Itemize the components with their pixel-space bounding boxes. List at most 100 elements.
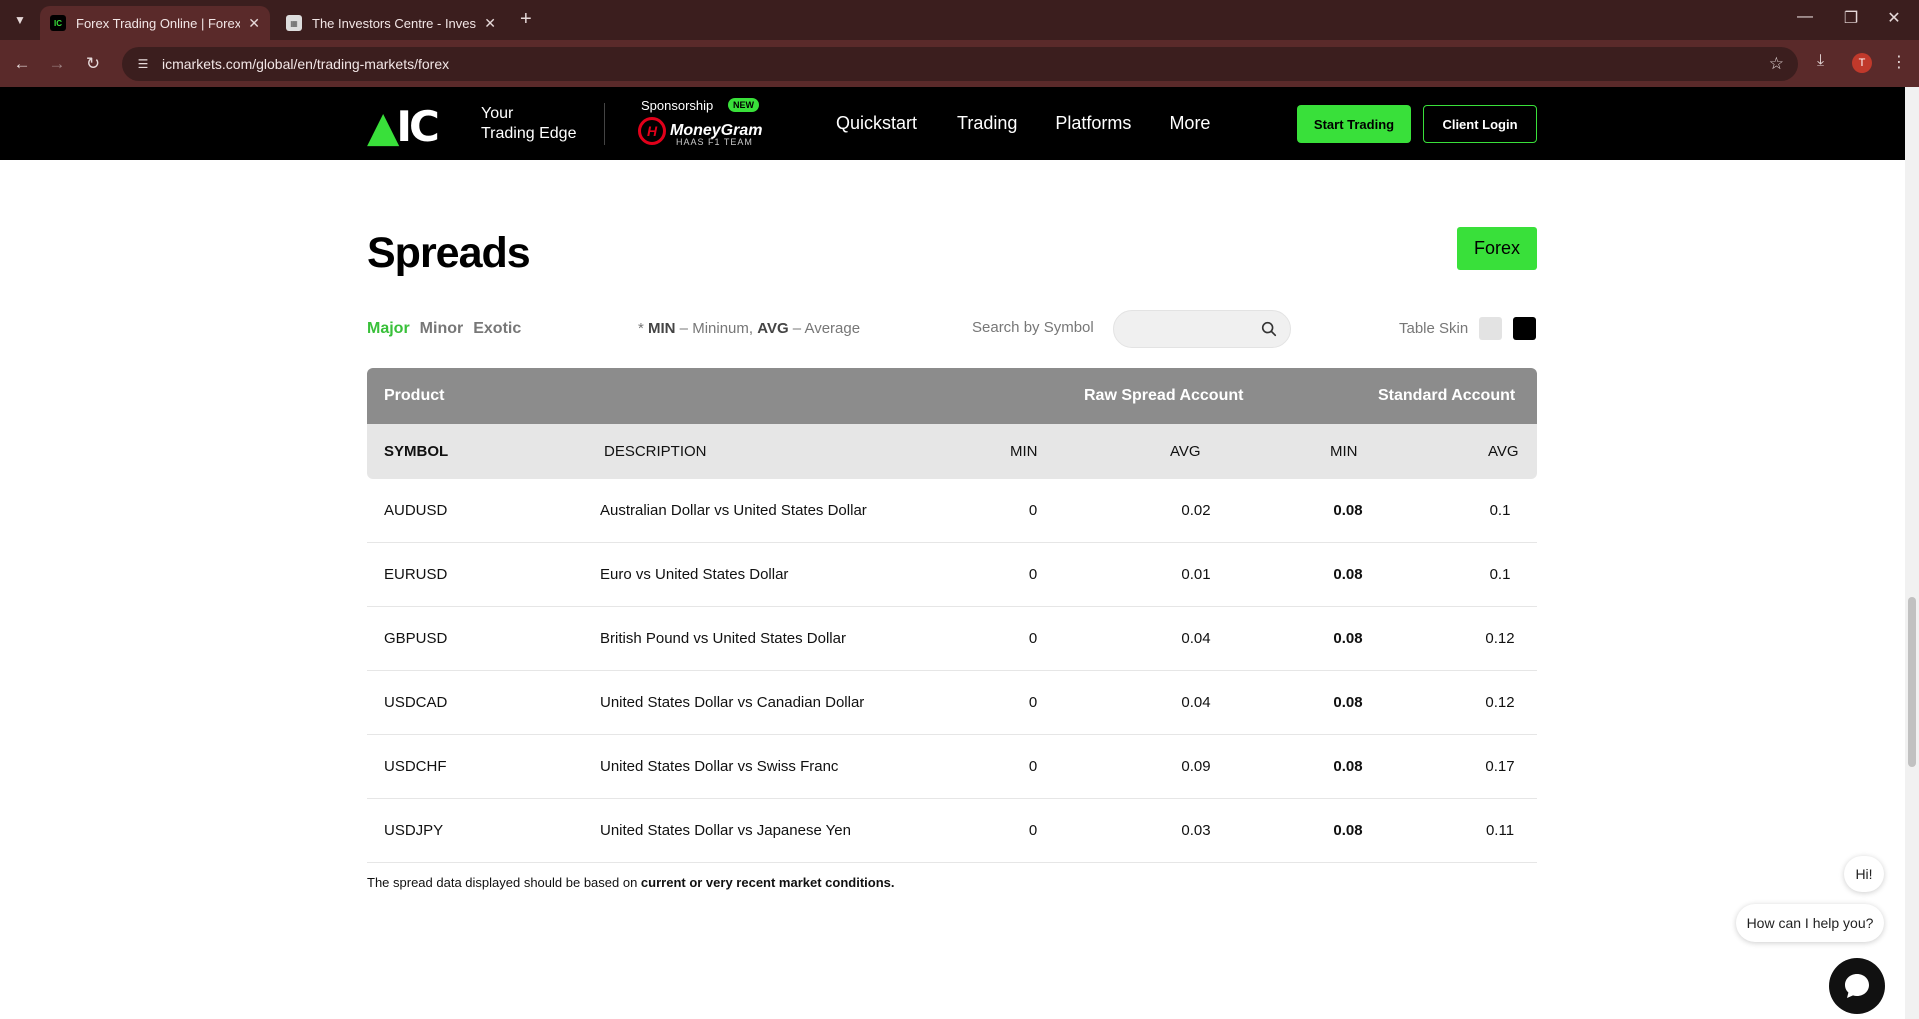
cell-standard-min: 0.08 <box>1333 566 1363 583</box>
filter-major[interactable]: Major <box>367 320 410 338</box>
table-skin-dark-swatch[interactable] <box>1513 317 1536 340</box>
logo-mark: ▲IC <box>367 102 440 151</box>
cell-standard-min: 0.08 <box>1333 694 1363 711</box>
search-label: Search by Symbol <box>972 319 1094 336</box>
new-badge: NEW <box>728 98 759 112</box>
forward-arrow-icon[interactable]: → <box>44 51 70 77</box>
col-raw-min[interactable]: MIN <box>1010 443 1038 460</box>
cell-description: United States Dollar vs Japanese Yen <box>600 822 851 839</box>
table-row[interactable]: AUDUSD Australian Dollar vs United State… <box>367 479 1537 543</box>
main-nav: Quickstart Trading Platforms More <box>836 113 1210 134</box>
table-row[interactable]: GBPUSD British Pound vs United States Do… <box>367 607 1537 671</box>
cell-raw-min: 0 <box>1028 822 1038 839</box>
cell-standard-min: 0.08 <box>1333 822 1363 839</box>
chat-greeting-bubble[interactable]: Hi! <box>1844 856 1884 892</box>
close-window-icon[interactable]: ✕ <box>1874 8 1914 28</box>
profile-avatar[interactable]: T <box>1852 53 1872 73</box>
site-info-icon[interactable]: ☰ <box>134 55 152 73</box>
browser-toolbar: ← → ↻ ☰ icmarkets.com/global/en/trading-… <box>0 40 1919 87</box>
cell-raw-min: 0 <box>1028 566 1038 583</box>
col-standard-min[interactable]: MIN <box>1330 443 1358 460</box>
page-title: Spreads <box>367 229 531 277</box>
spread-category-filters: Major Minor Exotic <box>367 320 521 338</box>
symbol-search-input[interactable] <box>1126 319 1256 339</box>
table-row[interactable]: USDJPY United States Dollar vs Japanese … <box>367 799 1537 863</box>
filter-exotic[interactable]: Exotic <box>473 320 521 338</box>
investors-favicon-icon: ▦ <box>286 15 302 31</box>
tab-search-chevron-icon[interactable]: ▼ <box>8 9 32 31</box>
table-row[interactable]: EURUSD Euro vs United States Dollar 0 0.… <box>367 543 1537 607</box>
min-avg-legend: * MIN – Mininum, AVG – Average <box>638 320 860 337</box>
cell-description: Australian Dollar vs United States Dolla… <box>600 502 867 519</box>
cell-standard-avg: 0.12 <box>1485 630 1515 647</box>
close-tab-icon[interactable]: ✕ <box>248 15 260 32</box>
chat-prompt-bubble[interactable]: How can I help you? <box>1736 904 1884 942</box>
col-description[interactable]: DESCRIPTION <box>604 443 707 460</box>
col-raw-avg[interactable]: AVG <box>1170 443 1201 460</box>
cell-description: United States Dollar vs Canadian Dollar <box>600 694 865 711</box>
cell-symbol: GBPUSD <box>384 630 448 647</box>
cell-raw-min: 0 <box>1028 758 1038 775</box>
cell-raw-avg: 0.01 <box>1181 566 1211 583</box>
start-trading-button[interactable]: Start Trading <box>1297 105 1411 143</box>
close-tab-icon[interactable]: ✕ <box>484 15 496 32</box>
symbol-search-box <box>1113 310 1291 348</box>
cell-raw-avg: 0.09 <box>1181 758 1211 775</box>
header-divider <box>604 103 605 145</box>
nav-quickstart[interactable]: Quickstart <box>836 113 917 134</box>
cell-raw-min: 0 <box>1028 694 1038 711</box>
col-symbol[interactable]: SYMBOL <box>384 443 448 460</box>
tagline: Your Trading Edge <box>481 104 576 144</box>
search-icon[interactable] <box>1260 320 1278 338</box>
ic-markets-logo[interactable]: ▲IC <box>367 102 440 151</box>
cell-raw-avg: 0.03 <box>1181 822 1211 839</box>
download-icon[interactable]: ⤓ <box>1817 52 1824 70</box>
cell-symbol: USDCHF <box>384 758 447 775</box>
nav-trading[interactable]: Trading <box>957 113 1017 134</box>
table-skin-light-swatch[interactable] <box>1479 317 1502 340</box>
bookmark-star-icon[interactable]: ☆ <box>1769 54 1784 74</box>
cell-standard-avg: 0.11 <box>1485 822 1515 839</box>
cell-raw-avg: 0.04 <box>1181 694 1211 711</box>
legend-prefix: * <box>638 320 649 337</box>
cell-raw-min: 0 <box>1028 630 1038 647</box>
cell-standard-avg: 0.17 <box>1485 758 1515 775</box>
sponsorship-label: Sponsorship <box>641 98 714 113</box>
chat-launcher-button[interactable] <box>1829 958 1885 1014</box>
cell-standard-avg: 0.1 <box>1489 566 1511 583</box>
client-login-button[interactable]: Client Login <box>1423 105 1537 143</box>
site-header: ▲IC Your Trading Edge Sponsorship NEW H … <box>0 87 1905 160</box>
table-row[interactable]: USDCHF United States Dollar vs Swiss Fra… <box>367 735 1537 799</box>
cell-standard-min: 0.08 <box>1333 630 1363 647</box>
spread-disclaimer: The spread data displayed should be base… <box>367 875 895 890</box>
sponsor-subtitle: HAAS F1 TEAM <box>676 137 753 147</box>
reload-icon[interactable]: ↻ <box>80 51 106 77</box>
tab-title: Forex Trading Online | Forex CF <box>76 15 241 31</box>
back-arrow-icon[interactable]: ← <box>9 51 35 77</box>
nav-platforms[interactable]: Platforms <box>1055 113 1131 134</box>
filter-minor[interactable]: Minor <box>420 320 464 338</box>
header-product: Product <box>384 387 445 404</box>
ic-favicon-icon: IC <box>50 15 66 31</box>
cell-symbol: USDJPY <box>384 822 444 839</box>
forex-market-button[interactable]: Forex <box>1457 227 1537 270</box>
browser-tab-active[interactable]: IC Forex Trading Online | Forex CF ✕ <box>40 6 270 40</box>
tagline-line-1: Your <box>481 105 514 122</box>
table-row[interactable]: USDCAD United States Dollar vs Canadian … <box>367 671 1537 735</box>
new-tab-plus-icon[interactable]: + <box>520 8 532 31</box>
restore-window-icon[interactable]: ❐ <box>1831 8 1871 28</box>
page-scrollbar[interactable] <box>1905 87 1919 1019</box>
cell-raw-avg: 0.02 <box>1181 502 1211 519</box>
address-bar[interactable]: ☰ icmarkets.com/global/en/trading-market… <box>122 47 1798 81</box>
tagline-line-2: Trading Edge <box>481 125 577 142</box>
cell-symbol: EURUSD <box>384 566 448 583</box>
header-standard-account: Standard Account <box>1378 387 1516 404</box>
browser-menu-icon[interactable]: ⋮ <box>1891 52 1907 72</box>
nav-more[interactable]: More <box>1169 113 1210 134</box>
col-standard-avg[interactable]: AVG <box>1488 443 1519 460</box>
spreads-table: Product Raw Spread Account Standard Acco… <box>367 368 1537 863</box>
scrollbar-thumb[interactable] <box>1908 597 1916 767</box>
browser-tab-inactive[interactable]: ▦ The Investors Centre - Investing ✕ <box>276 6 506 40</box>
legend-min-key: MIN <box>648 320 676 337</box>
minimize-window-icon[interactable]: — <box>1785 8 1825 26</box>
